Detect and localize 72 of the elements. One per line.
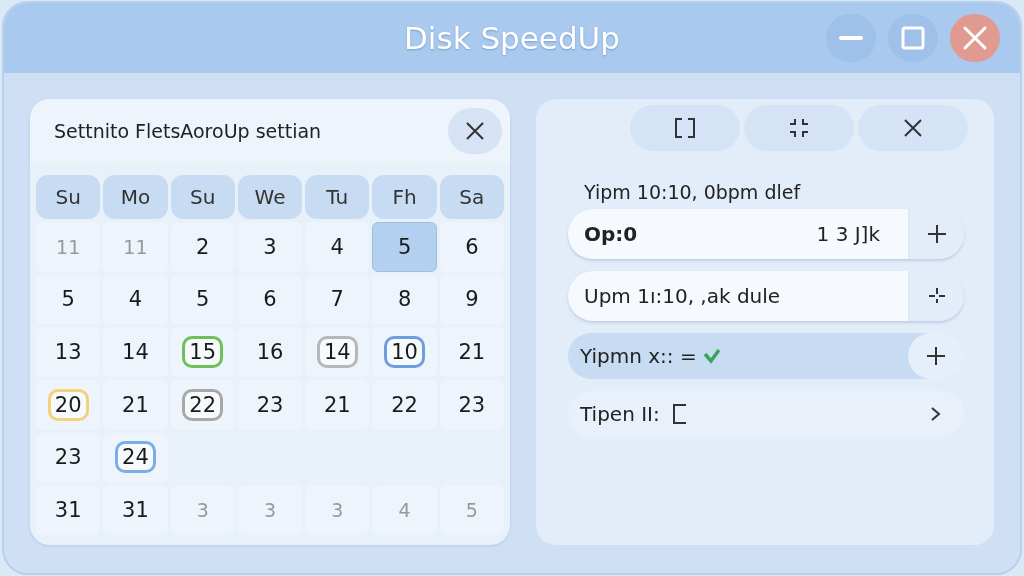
bracket-icon [671, 404, 688, 424]
event-marker: 24 [115, 441, 156, 474]
calendar-day[interactable]: 4 [103, 274, 168, 325]
plus-icon [926, 346, 946, 366]
calendar-day[interactable]: 20 [36, 380, 101, 430]
calendar-day[interactable]: 10 [372, 327, 437, 377]
crosshair-icon [927, 286, 947, 306]
calendar-day[interactable]: 23 [237, 380, 303, 430]
frame-icon [674, 117, 696, 139]
event-marker: 14 [316, 336, 358, 369]
event-marker: 15 [182, 336, 224, 369]
calendar-day[interactable]: 14 [305, 327, 370, 377]
calendar-day[interactable]: 5 [372, 222, 437, 272]
input-field[interactable]: Op:0 1 3 J]k [568, 209, 910, 259]
calendar-day[interactable]: 2 [170, 222, 235, 272]
calendar-day[interactable]: 22 [170, 380, 235, 430]
calendar-day[interactable]: 21 [305, 380, 370, 430]
check-icon [702, 348, 721, 364]
option-label: Yipmn x:: = [580, 344, 697, 368]
maximize-button[interactable] [888, 14, 938, 62]
weekday-header: Su [170, 175, 235, 219]
add-button[interactable] [908, 333, 964, 379]
option-label: Tipen II: [580, 402, 660, 426]
input-field[interactable]: Upm 1ı:10, ,ak dule [568, 271, 910, 321]
option-row[interactable]: Yipmn x:: = [568, 333, 964, 379]
close-icon [465, 121, 485, 141]
calendar-day[interactable]: 5 [170, 274, 235, 325]
event-marker: 10 [384, 336, 425, 369]
add-button[interactable] [910, 209, 964, 259]
calendar-day[interactable]: 23 [439, 380, 504, 430]
weekday-header: Sa [439, 175, 504, 219]
frame-button[interactable] [630, 105, 740, 151]
weekday-header: We [237, 175, 303, 219]
calendar-day[interactable]: 24 [103, 432, 168, 483]
calendar-day[interactable]: 6 [237, 274, 303, 325]
event-marker: 20 [47, 388, 89, 421]
calendar-day[interactable]: 22 [372, 380, 437, 430]
calendar-day[interactable]: 7 [305, 274, 370, 325]
plus-icon [927, 224, 947, 244]
calendar-day[interactable]: 14 [103, 327, 168, 377]
weekday-header: Fh [372, 175, 437, 219]
close-icon [903, 118, 923, 138]
panel-title: Settnito FletsAoroUp settian [54, 120, 322, 142]
crosshair-icon [788, 117, 810, 139]
close-icon [962, 25, 988, 51]
crosshair-button[interactable] [910, 271, 964, 321]
calendar-day[interactable]: 23 [36, 432, 101, 483]
calendar-day[interactable]: 5 [36, 274, 101, 325]
calendar-day[interactable]: 4 [305, 222, 370, 272]
maximize-icon [901, 26, 925, 50]
calendar-day[interactable]: 6 [439, 222, 504, 272]
calendar-day[interactable]: 3 [237, 222, 303, 272]
calendar-day[interactable]: 31 [36, 485, 101, 535]
event-marker: 22 [182, 388, 224, 421]
minimize-icon [838, 35, 864, 41]
calendar-day[interactable]: 16 [237, 327, 303, 377]
option-row[interactable]: Tipen II: [568, 391, 964, 437]
calendar-day[interactable]: 8 [372, 274, 437, 325]
window-title: Disk SpeedUp [404, 20, 620, 56]
calendar-day[interactable]: 15 [170, 327, 235, 377]
calendar-day[interactable]: 13 [36, 327, 101, 377]
calendar-day[interactable]: 31 [103, 485, 168, 535]
calendar-day[interactable]: 9 [439, 274, 504, 325]
minimize-button[interactable] [826, 14, 876, 62]
close-button[interactable] [448, 108, 502, 154]
section-heading: Yipm 10:10, 0bpm dlef [584, 181, 801, 203]
weekday-header: Su [36, 175, 101, 219]
calendar-day[interactable]: 21 [103, 380, 168, 430]
calendar-day[interactable]: 21 [439, 327, 504, 377]
weekday-header: Mo [103, 175, 168, 219]
chevron-icon [930, 406, 942, 422]
weekday-header: Tu [305, 175, 370, 219]
